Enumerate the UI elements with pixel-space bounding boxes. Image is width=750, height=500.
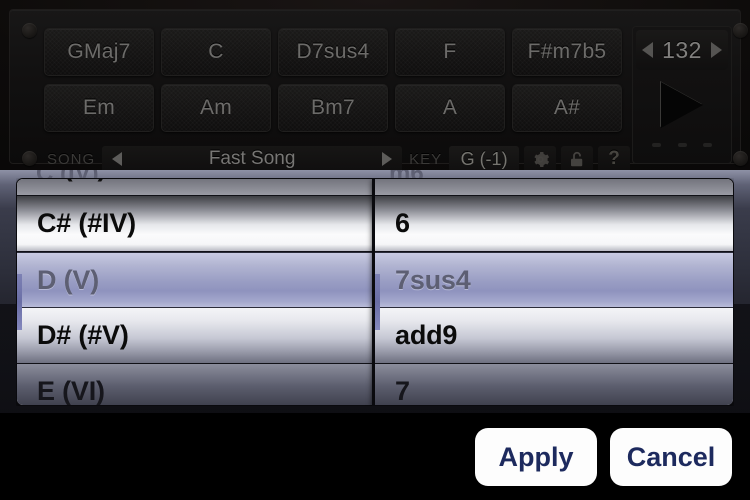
app-root: GMaj7 C D7sus4 F F#m7b5 Em Am Bm7 A A# 1… [0,0,750,500]
picker-row-label: C (IV) [37,179,106,183]
picker-row-label: 7 [395,376,410,406]
song-label: SONG [47,150,96,168]
picker-row-label: add9 [395,320,458,350]
chord-button-label: Am [199,96,233,119]
picker-row-label: C# (#IV) [37,208,136,238]
help-button[interactable]: ? [598,145,630,173]
indicator-dot [702,143,712,147]
indicator-dot [677,143,687,147]
tempo-value: 132 [662,36,702,63]
triangle-left-icon[interactable] [112,152,123,166]
key-value: G (-1) [460,148,508,169]
picker-wheel-quality-list: m6 6 7sus4 add9 7 [375,179,733,406]
cancel-button-label: Cancel [626,441,716,472]
chord-button-label: Em [82,96,116,119]
chord-button-a[interactable]: A [395,84,505,132]
picker-row-label: D (V) [37,264,99,295]
chord-button-f[interactable]: F [395,28,505,76]
play-triangle-icon [661,82,703,128]
picker-row-label: m6 [395,179,434,183]
hardware-panel-inner: GMaj7 C D7sus4 F F#m7b5 Em Am Bm7 A A# 1… [9,9,748,173]
chord-button-label: C [208,40,224,63]
chord-button-label: D7sus4 [296,40,370,63]
screw-icon [733,23,748,38]
picker-row-label: D# (#V) [37,320,129,350]
song-selector[interactable]: Fast Song [102,145,403,173]
picker-row-selected[interactable]: D (V) [17,252,372,308]
screw-icon [22,23,37,38]
settings-button[interactable] [524,145,557,173]
song-name: Fast Song [208,148,296,169]
indicator-dots [636,143,728,147]
triangle-right-icon[interactable] [711,42,722,58]
picker-row[interactable]: add9 [375,308,733,364]
action-button-row: Apply Cancel [475,428,732,486]
lock-button[interactable] [561,145,594,173]
apply-button[interactable]: Apply [475,428,597,486]
chord-button-label: A [442,96,458,119]
tempo-control[interactable]: 132 [636,30,728,70]
picker-row-label: E (VI) [37,376,105,406]
picker-row[interactable]: m6 [375,179,733,196]
indicator-dot [652,143,662,147]
play-button[interactable] [636,75,728,135]
picker-row[interactable]: 6 [375,196,733,252]
picker-wheel-root[interactable]: C (IV) C# (#IV) D (V) D# (#V) E (VI) [16,178,372,406]
chord-button-label: Bm7 [310,96,356,119]
chord-button-c[interactable]: C [161,28,271,76]
picker-row-selected[interactable]: 7sus4 [375,252,733,308]
unlocked-padlock-icon [568,150,586,169]
key-label: KEY [409,150,443,168]
picker-row-label: 6 [395,208,410,238]
chord-button-grid: GMaj7 C D7sus4 F F#m7b5 Em Am Bm7 A A# [44,28,624,132]
key-value-button[interactable]: G (-1) [449,145,520,173]
gear-icon [531,150,550,169]
picker-row[interactable]: 7 [375,364,733,406]
screw-icon [733,151,748,166]
picker-row[interactable]: C (IV) [17,179,372,196]
picker-row[interactable]: D# (#V) [17,308,372,364]
chord-button-gmaj7[interactable]: GMaj7 [44,28,154,76]
picker-row-label: 7sus4 [395,264,471,295]
chord-button-d7sus4[interactable]: D7sus4 [278,28,388,76]
bottom-action-bar: Apply Cancel [0,413,750,500]
chord-picker[interactable]: C (IV) C# (#IV) D (V) D# (#V) E (VI) m6 … [16,178,734,406]
screw-icon [22,151,37,166]
picker-wheel-quality[interactable]: m6 6 7sus4 add9 7 [372,178,734,406]
triangle-left-icon[interactable] [642,42,653,58]
chord-button-label: GMaj7 [67,40,131,63]
hardware-panel: GMaj7 C D7sus4 F F#m7b5 Em Am Bm7 A A# 1… [0,0,750,173]
cancel-button[interactable]: Cancel [610,428,732,486]
chord-button-em[interactable]: Em [44,84,154,132]
chord-button-bm7[interactable]: Bm7 [278,84,388,132]
picker-wheel-root-list: C (IV) C# (#IV) D (V) D# (#V) E (VI) [17,179,372,406]
chord-button-label: F [443,40,457,63]
question-mark-icon: ? [608,148,620,169]
chord-button-label: F#m7b5 [527,40,607,63]
transport-column: 132 [632,26,732,164]
apply-button-label: Apply [498,441,574,472]
chord-button-asharp[interactable]: A# [512,84,622,132]
picker-row[interactable]: C# (#IV) [17,196,372,252]
picker-row[interactable]: E (VI) [17,364,372,406]
triangle-right-icon[interactable] [382,152,393,166]
chord-button-label: A# [553,96,581,119]
chord-button-am[interactable]: Am [161,84,271,132]
chord-button-fsharpm7b5[interactable]: F#m7b5 [512,28,622,76]
